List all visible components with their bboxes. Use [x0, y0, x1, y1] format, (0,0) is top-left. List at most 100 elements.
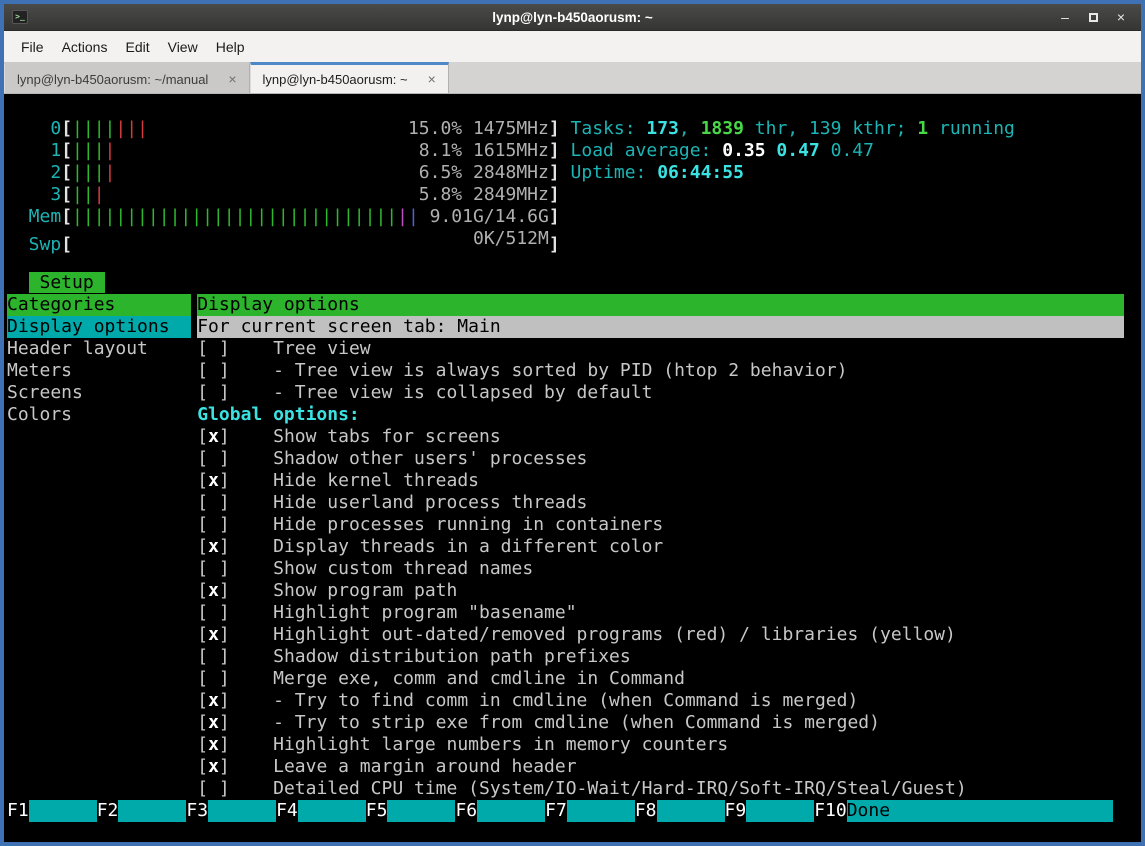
checkbox-mark[interactable]	[208, 338, 219, 359]
checkbox-mark[interactable]: x	[208, 712, 219, 733]
meter-value: 5.8% 2849MHz	[419, 184, 549, 206]
option-row[interactable]: [x] - Try to strip exe from cmdline (whe…	[197, 712, 1124, 734]
checkbox-mark[interactable]: x	[208, 580, 219, 601]
checkbox-mark[interactable]: x	[208, 536, 219, 557]
option-spacer	[230, 778, 273, 799]
option-spacer	[230, 338, 273, 359]
fnkey-f7: F7	[545, 800, 567, 822]
meter-bracket: [	[61, 162, 72, 183]
checkbox-mark[interactable]	[208, 602, 219, 623]
terminal-tab-2[interactable]: lynp@lyn-b450aorusm: ~×	[250, 62, 449, 93]
option-spacer	[230, 382, 273, 403]
fnlabel-f3[interactable]	[208, 800, 276, 822]
checkbox-mark[interactable]	[208, 360, 219, 381]
option-row[interactable]: [x] Leave a margin around header	[197, 756, 1124, 778]
fnlabel-f5[interactable]	[387, 800, 455, 822]
option-row[interactable]: [ ] Shadow distribution path prefixes	[197, 646, 1124, 668]
category-item-colors[interactable]: Colors	[7, 404, 191, 426]
option-label: Hide processes running in containers	[273, 514, 663, 535]
category-item-display-options[interactable]: Display options	[7, 316, 191, 338]
checkbox-bracket: ]	[219, 536, 230, 557]
checkbox-mark[interactable]: x	[208, 426, 219, 447]
category-item-meters[interactable]: Meters	[7, 360, 191, 382]
fnlabel-f4[interactable]	[298, 800, 366, 822]
checkbox-mark[interactable]: x	[208, 470, 219, 491]
checkbox-bracket: [	[197, 492, 208, 513]
checkbox-mark[interactable]	[208, 558, 219, 579]
fnlabel-f7[interactable]	[567, 800, 635, 822]
menu-item-actions[interactable]: Actions	[53, 31, 117, 62]
menu-item-view[interactable]: View	[159, 31, 207, 62]
fnlabel-f1[interactable]	[29, 800, 97, 822]
checkbox-mark[interactable]	[208, 514, 219, 535]
option-row[interactable]: [x] Hide kernel threads	[197, 470, 1124, 492]
checkbox-mark[interactable]: x	[208, 690, 219, 711]
checkbox-bracket: [	[197, 624, 208, 645]
minimize-button[interactable]: –	[1057, 9, 1073, 25]
maximize-button[interactable]	[1085, 9, 1101, 25]
category-item-screens[interactable]: Screens	[7, 382, 191, 404]
checkbox-mark[interactable]	[208, 492, 219, 513]
option-row[interactable]: [x] Show program path	[197, 580, 1124, 602]
checkbox-mark[interactable]	[208, 382, 219, 403]
menu-item-help[interactable]: Help	[207, 31, 254, 62]
menu-item-edit[interactable]: Edit	[116, 31, 158, 62]
option-spacer	[230, 668, 273, 689]
meter-bracket: [	[61, 206, 72, 227]
checkbox-mark[interactable]: x	[208, 756, 219, 777]
mem-meter: Mem[||||||||||||||||||||||||||||||||9.01…	[7, 206, 1141, 228]
terminal-screen[interactable]: 0[|||||||15.0% 1475MHz]Tasks: 173, 1839 …	[4, 94, 1141, 842]
terminal-tab-1[interactable]: lynp@lyn-b450aorusm: ~/manual×	[4, 62, 250, 93]
checkbox-bracket: [	[197, 734, 208, 755]
bar-red: |	[94, 184, 105, 205]
window-title: lynp@lyn-b450aorusm: ~	[4, 10, 1141, 25]
checkbox-mark[interactable]: x	[208, 734, 219, 755]
option-row[interactable]: [x] Display threads in a different color	[197, 536, 1124, 558]
fnlabel-f10[interactable]: Done	[847, 800, 1113, 822]
option-row[interactable]: [ ] - Tree view is always sorted by PID …	[197, 360, 1124, 382]
checkbox-mark[interactable]	[208, 668, 219, 689]
option-row[interactable]: [x] Highlight out-dated/removed programs…	[197, 624, 1124, 646]
fnlabel-f2[interactable]	[118, 800, 186, 822]
option-label: Shadow distribution path prefixes	[273, 646, 631, 667]
option-row[interactable]: [ ] Tree view	[197, 338, 1124, 360]
option-row[interactable]: [ ] Hide userland process threads	[197, 492, 1124, 514]
meter-bracket: ]	[549, 206, 560, 227]
category-item-header-layout[interactable]: Header layout	[7, 338, 191, 360]
tab-close-icon[interactable]: ×	[228, 72, 236, 86]
setup-title: Setup	[29, 272, 105, 293]
option-row[interactable]: [ ] Shadow other users' processes	[197, 448, 1124, 470]
fnlabel-f9[interactable]	[746, 800, 814, 822]
checkbox-mark[interactable]	[208, 778, 219, 799]
option-row[interactable]: [ ] Highlight program "basename"	[197, 602, 1124, 624]
fnlabel-f8[interactable]	[657, 800, 725, 822]
fnkey-f9: F9	[725, 800, 747, 822]
option-row[interactable]: [x] Highlight large numbers in memory co…	[197, 734, 1124, 756]
checkbox-bracket: [	[197, 646, 208, 667]
checkbox-bracket: [	[197, 470, 208, 491]
checkbox-mark[interactable]	[208, 448, 219, 469]
option-row[interactable]: [x] - Try to find comm in cmdline (when …	[197, 690, 1124, 712]
option-row[interactable]: [ ] Detailed CPU time (System/IO-Wait/Ha…	[197, 778, 1124, 800]
meter-bracket: ]	[549, 118, 560, 139]
option-row[interactable]: [ ] Show custom thread names	[197, 558, 1124, 580]
header-text-segment: Tasks:	[571, 118, 647, 139]
checkbox-mark[interactable]: x	[208, 624, 219, 645]
option-spacer	[230, 690, 273, 711]
fnlabel-f6[interactable]	[477, 800, 545, 822]
header-text-segment: 06:44:55	[657, 162, 744, 183]
header-text-segment: 0.47	[776, 140, 830, 161]
tab-close-icon[interactable]: ×	[428, 72, 436, 86]
titlebar[interactable]: >_ lynp@lyn-b450aorusm: ~ – ×	[4, 4, 1141, 31]
option-label: Hide kernel threads	[273, 470, 479, 491]
option-row[interactable]: [ ] Merge exe, comm and cmdline in Comma…	[197, 668, 1124, 690]
checkbox-mark[interactable]	[208, 646, 219, 667]
fnkey-f10: F10	[814, 800, 847, 822]
panel-subheader[interactable]: For current screen tab: Main	[197, 316, 1124, 338]
option-row[interactable]: [x] Show tabs for screens	[197, 426, 1124, 448]
close-button[interactable]: ×	[1113, 9, 1129, 25]
option-row[interactable]: [ ] Hide processes running in containers	[197, 514, 1124, 536]
checkbox-bracket: ]	[219, 646, 230, 667]
menu-item-file[interactable]: File	[12, 31, 53, 62]
option-row[interactable]: [ ] - Tree view is collapsed by default	[197, 382, 1124, 404]
